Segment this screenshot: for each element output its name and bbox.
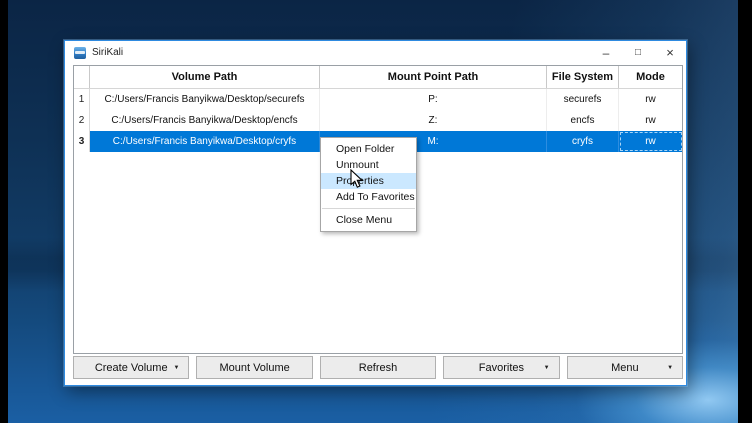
volume-path-cell: C:/Users/Francis Banyikwa/Desktop/encfs	[90, 110, 320, 131]
mount-point-cell: P:	[320, 89, 547, 110]
menu-item-close-menu[interactable]: Close Menu	[321, 212, 416, 228]
dropdown-arrow-icon: ▼	[667, 365, 673, 371]
context-menu: Open Folder Unmount Properties Add To Fa…	[320, 137, 417, 232]
row-number: 1	[74, 89, 90, 110]
button-label: Mount Volume	[219, 362, 289, 374]
dropdown-arrow-icon: ▼	[173, 365, 179, 371]
app-icon	[74, 47, 86, 59]
row-number: 3	[74, 131, 90, 152]
screen: SiriKali – □ × Volume Path Mount Point P…	[0, 0, 752, 423]
button-label: Favorites	[479, 362, 524, 374]
file-system-cell: securefs	[547, 89, 619, 110]
window-controls: – □ ×	[590, 41, 686, 64]
table-row-1[interactable]: 1 C:/Users/Francis Banyikwa/Desktop/secu…	[74, 89, 682, 110]
close-button[interactable]: ×	[654, 41, 686, 64]
refresh-button[interactable]: Refresh	[320, 356, 436, 379]
header-mode[interactable]: Mode	[619, 66, 683, 88]
bottom-toolbar: Create Volume ▼ Mount Volume Refresh Fav…	[73, 356, 683, 379]
header-mount-point-path[interactable]: Mount Point Path	[320, 66, 547, 88]
corner-header	[74, 66, 90, 88]
menu-button[interactable]: Menu ▼	[567, 356, 683, 379]
volume-path-cell: C:/Users/Francis Banyikwa/Desktop/secure…	[90, 89, 320, 110]
header-file-system[interactable]: File System	[547, 66, 619, 88]
mode-cell: rw	[619, 110, 683, 131]
mount-volume-button[interactable]: Mount Volume	[196, 356, 312, 379]
menu-item-unmount[interactable]: Unmount	[321, 157, 416, 173]
mode-cell: rw	[619, 131, 683, 152]
mode-cell: rw	[619, 89, 683, 110]
maximize-button[interactable]: □	[622, 41, 654, 64]
title-bar[interactable]: SiriKali – □ ×	[65, 41, 686, 64]
button-label: Create Volume	[95, 362, 168, 374]
window-title: SiriKali	[92, 47, 123, 58]
menu-separator	[322, 208, 415, 209]
menu-item-open-folder[interactable]: Open Folder	[321, 141, 416, 157]
file-system-cell: encfs	[547, 110, 619, 131]
minimize-button[interactable]: –	[590, 41, 622, 64]
button-label: Refresh	[359, 362, 398, 374]
mount-point-cell: Z:	[320, 110, 547, 131]
menu-item-properties[interactable]: Properties	[321, 173, 416, 189]
favorites-button[interactable]: Favorites ▼	[443, 356, 559, 379]
create-volume-button[interactable]: Create Volume ▼	[73, 356, 189, 379]
volume-path-cell: C:/Users/Francis Banyikwa/Desktop/cryfs	[90, 131, 320, 152]
row-number: 2	[74, 110, 90, 131]
menu-item-add-to-favorites[interactable]: Add To Favorites	[321, 189, 416, 205]
table-row-2[interactable]: 2 C:/Users/Francis Banyikwa/Desktop/encf…	[74, 110, 682, 131]
file-system-cell: cryfs	[547, 131, 619, 152]
button-label: Menu	[611, 362, 639, 374]
header-volume-path[interactable]: Volume Path	[90, 66, 320, 88]
dropdown-arrow-icon: ▼	[544, 365, 550, 371]
table-header-row: Volume Path Mount Point Path File System…	[74, 66, 682, 89]
